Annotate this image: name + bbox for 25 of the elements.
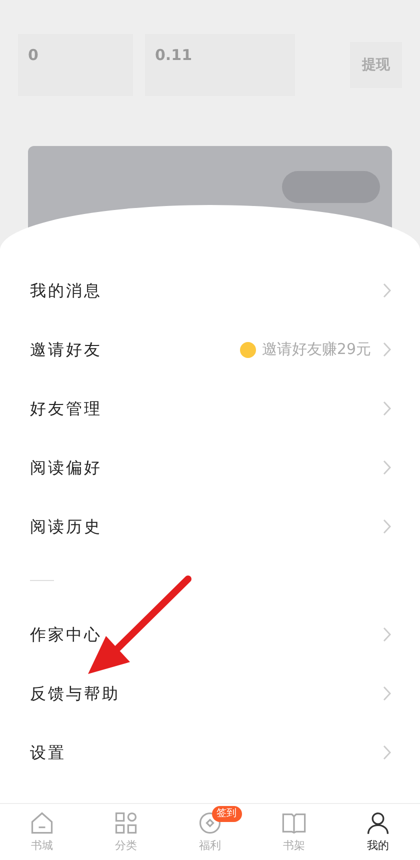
- menu-item[interactable]: 作家中心: [0, 605, 420, 664]
- menu-item[interactable]: 反馈与帮助: [0, 664, 420, 723]
- home-icon: [29, 810, 55, 836]
- menu-item[interactable]: 设置: [0, 723, 420, 782]
- chevron-icon: [383, 342, 392, 357]
- badge: 签到: [212, 806, 242, 822]
- coin-balance: 0: [28, 45, 38, 66]
- chevron-icon: [383, 686, 392, 701]
- chevron-icon: [383, 627, 392, 642]
- banner-pill[interactable]: [282, 171, 380, 203]
- menu-item[interactable]: 好友管理: [0, 379, 420, 438]
- chevron-icon: [383, 401, 392, 416]
- cash-balance: 0.11: [155, 45, 192, 66]
- invite-hint: 邀请好友赚29元: [262, 339, 371, 360]
- chevron-icon: [383, 519, 392, 534]
- person-icon: [365, 810, 391, 836]
- menu-item[interactable]: 阅读历史: [0, 497, 420, 556]
- tab[interactable]: 我的: [336, 804, 420, 860]
- chevron-icon: [383, 745, 392, 760]
- chevron-icon: [383, 283, 392, 298]
- chevron-icon: [383, 460, 392, 475]
- menu-item[interactable]: 邀请好友 邀请好友赚29元: [0, 320, 420, 379]
- grid-icon: [113, 810, 139, 836]
- menu-item[interactable]: 阅读偏好: [0, 438, 420, 497]
- menu-item[interactable]: 我的消息: [0, 261, 420, 320]
